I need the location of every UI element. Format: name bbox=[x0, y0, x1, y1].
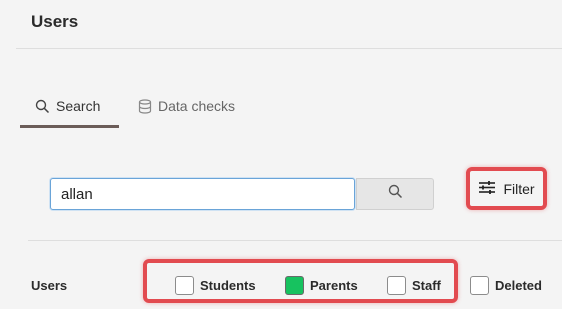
checkbox-students[interactable]: Students bbox=[175, 276, 256, 295]
tab-data-checks[interactable]: Data checks bbox=[138, 84, 235, 128]
search-icon bbox=[388, 184, 403, 204]
filter-button[interactable]: Filter bbox=[470, 171, 543, 206]
checkbox-label: Staff bbox=[412, 278, 441, 293]
filter-label: Filter bbox=[503, 180, 535, 197]
checkbox-label: Students bbox=[200, 278, 256, 293]
users-filter-label: Users bbox=[31, 278, 68, 293]
search-icon bbox=[35, 99, 50, 114]
tab-search[interactable]: Search bbox=[20, 84, 119, 128]
checkbox-box[interactable] bbox=[285, 276, 304, 295]
checkbox-box[interactable] bbox=[387, 276, 406, 295]
page-title: Users bbox=[31, 12, 79, 31]
search-button[interactable] bbox=[356, 178, 434, 210]
checkbox-deleted[interactable]: Deleted bbox=[470, 276, 542, 295]
checkbox-label: Deleted bbox=[495, 278, 542, 293]
tab-bar: Search Data checks bbox=[20, 84, 280, 128]
checkbox-box[interactable] bbox=[470, 276, 489, 295]
checkbox-box[interactable] bbox=[175, 276, 194, 295]
section-divider bbox=[28, 240, 562, 241]
sliders-icon bbox=[478, 180, 496, 198]
database-icon bbox=[138, 98, 152, 114]
search-input[interactable] bbox=[50, 178, 355, 210]
checkbox-label: Parents bbox=[310, 278, 358, 293]
tab-label: Search bbox=[56, 98, 101, 114]
checkbox-parents[interactable]: Parents bbox=[285, 276, 358, 295]
checkbox-staff[interactable]: Staff bbox=[387, 276, 441, 295]
header-divider bbox=[16, 48, 562, 49]
tab-label: Data checks bbox=[158, 98, 236, 114]
